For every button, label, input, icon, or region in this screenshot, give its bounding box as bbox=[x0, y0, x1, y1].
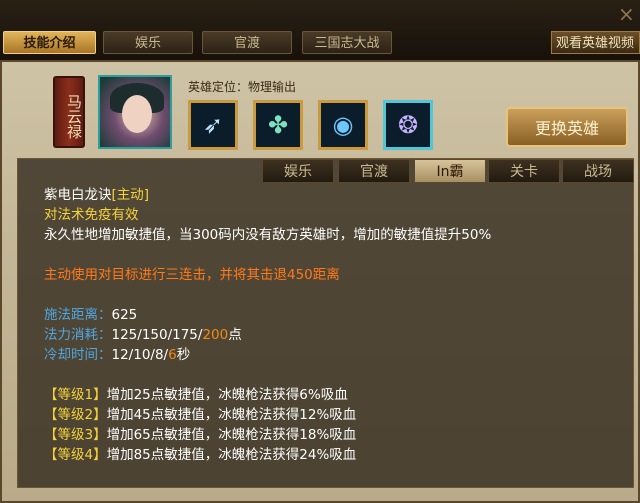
range-value: 625 bbox=[111, 307, 138, 323]
skill-title: 紫电白龙诀[主动] bbox=[44, 183, 149, 203]
orb-skill-icon[interactable]: ◉ bbox=[318, 100, 368, 150]
skill-cooldown: 冷却时间：12/10/8/6秒 bbox=[44, 343, 190, 363]
skill-immune-note: 对法术免疫有效 bbox=[44, 207, 139, 223]
level-tag: 【等级4】 bbox=[44, 447, 107, 463]
lance-skill-icon[interactable]: ➶ bbox=[188, 100, 238, 150]
subtab-battlefield[interactable]: 战场 bbox=[562, 159, 634, 183]
subtab-stage[interactable]: 关卡 bbox=[488, 159, 560, 183]
hero-role: 英雄定位：物理输出 bbox=[188, 80, 297, 94]
cooldown-label: 冷却时间： bbox=[44, 347, 112, 363]
change-hero-button[interactable]: 更换英雄 bbox=[506, 107, 628, 147]
tab-three-kingdoms-battle[interactable]: 三国志大战 bbox=[302, 31, 392, 54]
skill-mana: 法力消耗：125/150/175/200点 bbox=[44, 323, 242, 343]
level-row: 【等级3】增加65点敏捷值，冰魄枪法获得18%吸血 bbox=[44, 423, 356, 443]
rune-skill-icon[interactable]: ✤ bbox=[253, 100, 303, 150]
watch-video-button[interactable]: 观看英雄视频 bbox=[551, 31, 640, 54]
level-text: 增加45点敏捷值，冰魄枪法获得12%吸血 bbox=[106, 407, 357, 423]
skill-range: 施法距离：625 bbox=[44, 303, 137, 323]
level-text: 增加25点敏捷值，冰魄枪法获得6%吸血 bbox=[106, 387, 348, 403]
level-tag: 【等级1】 bbox=[44, 387, 107, 403]
mana-highlight: 200 bbox=[202, 327, 229, 343]
cooldown-value: 12/10/8/ bbox=[111, 347, 169, 363]
hero-name-banner: 马云禄 bbox=[53, 76, 85, 148]
level-tag: 【等级3】 bbox=[44, 427, 107, 443]
mana-label: 法力消耗： bbox=[44, 327, 112, 343]
level-row: 【等级1】增加25点敏捷值，冰魄枪法获得6%吸血 bbox=[44, 383, 348, 403]
cooldown-unit: 秒 bbox=[176, 347, 191, 363]
skill-type-tag: [主动] bbox=[111, 187, 150, 203]
mana-value: 125/150/175/ bbox=[111, 327, 203, 343]
skill-active-desc: 主动使用对目标进行三连击，并将其击退450距离 bbox=[44, 267, 340, 283]
tab-skill-intro[interactable]: 技能介绍 bbox=[3, 31, 96, 54]
level-text: 增加65点敏捷值，冰魄枪法获得18%吸血 bbox=[106, 427, 357, 443]
close-icon[interactable]: × bbox=[618, 2, 635, 26]
subtab-entertainment[interactable]: 娱乐 bbox=[262, 159, 334, 183]
skill-name: 紫电白龙诀 bbox=[44, 187, 112, 203]
dragon-skill-icon[interactable]: ❂ bbox=[383, 100, 433, 150]
subtab-inba[interactable]: In霸 bbox=[414, 159, 486, 183]
level-text: 增加85点敏捷值，冰魄枪法获得24%吸血 bbox=[106, 447, 357, 463]
skill-passive-desc: 永久性地增加敏捷值，当300码内没有敌方英雄时，增加的敏捷值提升50% bbox=[44, 227, 492, 243]
level-tag: 【等级2】 bbox=[44, 407, 107, 423]
tab-guandu[interactable]: 官渡 bbox=[202, 31, 292, 54]
range-label: 施法距离： bbox=[44, 307, 112, 323]
level-row: 【等级2】增加45点敏捷值，冰魄枪法获得12%吸血 bbox=[44, 403, 356, 423]
mana-unit: 点 bbox=[228, 327, 242, 343]
tab-entertainment[interactable]: 娱乐 bbox=[103, 31, 193, 54]
cooldown-highlight: 6 bbox=[168, 347, 177, 363]
subtab-guandu[interactable]: 官渡 bbox=[338, 159, 410, 183]
hero-portrait bbox=[98, 75, 172, 149]
level-row: 【等级4】增加85点敏捷值，冰魄枪法获得24%吸血 bbox=[44, 443, 356, 463]
